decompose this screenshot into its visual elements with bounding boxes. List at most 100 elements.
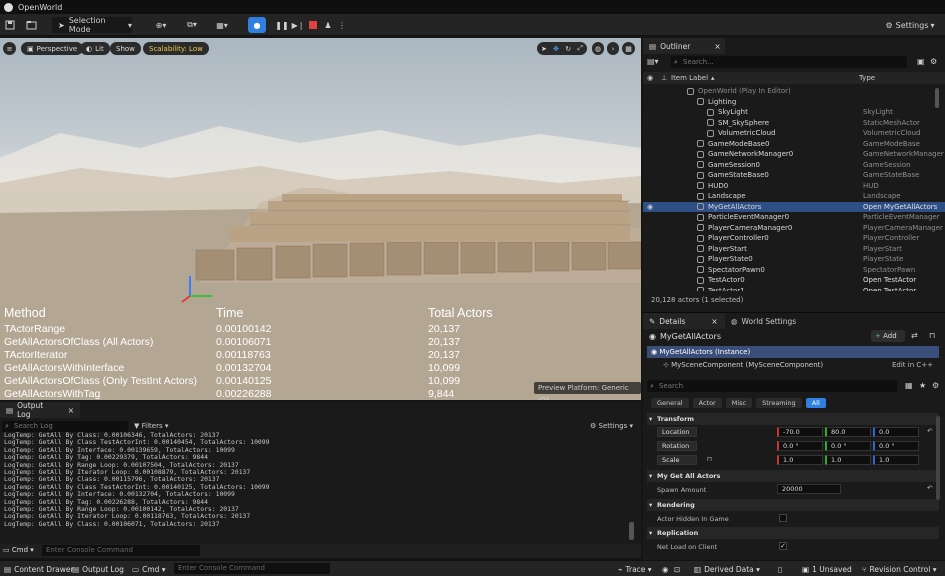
filter-misc[interactable]: Misc [725, 398, 753, 408]
scale-y-field[interactable]: 1.0 [825, 455, 871, 465]
location-dropdown[interactable]: Location [657, 427, 697, 437]
add-actor-button[interactable]: ⊕▾ [150, 17, 172, 33]
snap-button[interactable]: › [607, 42, 619, 55]
scale-tool-icon[interactable]: ⤢ [577, 44, 583, 53]
outliner-row[interactable]: GameModeBase0 GameModeBase [643, 139, 945, 150]
location-y-field[interactable]: 80.0 [825, 427, 871, 437]
screenshot-icon[interactable]: ⊡ [674, 563, 680, 575]
maximize-viewport-button[interactable]: ▦ [622, 42, 635, 55]
outliner-row[interactable]: PlayerController0 PlayerController [643, 233, 945, 244]
viewport-menu-button[interactable]: ≡ [3, 42, 16, 55]
outliner-row[interactable]: Lighting [643, 97, 945, 108]
content-drawer-button[interactable]: ▤ Content Drawer [4, 563, 74, 575]
scale-x-field[interactable]: 1.0 [777, 455, 823, 465]
transform-tools[interactable]: ➤ ✥ ↻ ⤢ [537, 42, 587, 55]
outliner-row[interactable]: GameStateBase0 GameStateBase [643, 170, 945, 181]
console-command-input[interactable]: Enter Console Command [42, 545, 200, 556]
reset-icon[interactable]: ↶ [927, 427, 932, 435]
filter-streaming[interactable]: Streaming [756, 398, 802, 408]
content-browser-icon[interactable] [24, 17, 38, 33]
more-options-button[interactable]: ⋮ [337, 17, 347, 33]
filter-all[interactable]: All [805, 398, 826, 408]
trace-button[interactable]: ⌁ Trace ▾ [618, 563, 652, 575]
stop-button[interactable] [307, 17, 319, 33]
visibility-eye-icon[interactable]: ◉ [647, 203, 653, 211]
outliner-row[interactable]: Landscape Landscape [643, 191, 945, 202]
cinematics-button[interactable]: ▦▾ [210, 17, 234, 33]
tab-world-settings[interactable]: ◍ World Settings [731, 313, 796, 329]
location-z-field[interactable]: 0.0 [873, 427, 919, 437]
filters-dropdown[interactable]: ▼ Filters ▾ [134, 421, 168, 432]
star-icon[interactable]: ★ [919, 381, 926, 390]
platform-button[interactable]: ● [248, 17, 266, 33]
rotation-dropdown[interactable]: Rotation [657, 441, 697, 451]
gear-icon[interactable]: ⚙ [932, 381, 939, 390]
outliner-search-input[interactable]: ⌕ Search... [671, 56, 907, 68]
perspective-button[interactable]: ▣ Perspective [21, 42, 84, 55]
settings-button[interactable]: ⚙ Settings ▾ [882, 17, 938, 33]
details-scrollbar[interactable] [936, 416, 940, 500]
details-search-input[interactable]: ⌕ Search [647, 380, 897, 392]
source-control-icon[interactable]: ▯ [778, 563, 782, 575]
selection-mode-dropdown[interactable]: ➤ Selection Mode ▾ [52, 16, 132, 34]
tab-output-log[interactable]: ▤ Output Log × [0, 401, 80, 419]
reset-icon[interactable]: ↶ [927, 484, 932, 492]
tab-outliner[interactable]: ▤ Outliner × [643, 38, 725, 54]
add-folder-icon[interactable]: ▣ [917, 57, 925, 66]
outliner-scrollbar[interactable] [935, 88, 939, 108]
outliner-row[interactable]: GameSession0 GameSession [643, 160, 945, 171]
scene-component-row[interactable]: ⊹ MySceneComponent (MySceneComponent) Ed… [663, 359, 939, 371]
rotation-z-field[interactable]: 0.0 ° [873, 441, 919, 451]
replication-section-header[interactable]: ▾ Replication [647, 527, 939, 539]
type-header[interactable]: Type [859, 74, 875, 82]
close-icon[interactable]: × [714, 42, 720, 51]
outliner-row[interactable]: TestActor1 Open TestActor [643, 286, 945, 291]
filter-actor[interactable]: Actor [692, 398, 722, 408]
level-viewport[interactable]: ≡ ▣ Perspective ◐ Lit Show Scalability: Lo… [0, 38, 641, 400]
transform-section-header[interactable]: ▾ Transform [647, 413, 939, 425]
log-scrollbar[interactable] [629, 522, 634, 540]
blueprint-convert-icon[interactable]: ⇄ [911, 331, 918, 340]
outliner-row[interactable]: ◉ MyGetAllActors Open MyGetAllActors [643, 201, 945, 212]
derived-data-button[interactable]: ▥ Derived Data ▾ [694, 563, 760, 575]
cmd-dropdown[interactable]: ▭ Cmd ▾ [132, 563, 166, 575]
outliner-row[interactable]: SM_SkySphere StaticMeshActor [643, 118, 945, 129]
pause-button[interactable]: ❚❚ [275, 17, 288, 33]
outliner-row[interactable]: PlayerStart PlayerStart [643, 244, 945, 255]
gear-icon[interactable]: ⚙ [930, 57, 937, 66]
frame-skip-button[interactable]: ▶❘ [292, 17, 305, 33]
outliner-row[interactable]: OpenWorld (Play In Editor) [643, 86, 945, 97]
outliner-row[interactable]: ParticleEventManager0 ParticleEventManage… [643, 212, 945, 223]
rotation-x-field[interactable]: 0.0 ° [777, 441, 823, 451]
close-icon[interactable]: × [68, 406, 74, 415]
outliner-row[interactable]: SpectatorPawn0 SpectatorPawn [643, 265, 945, 276]
rotate-tool-icon[interactable]: ↻ [565, 45, 571, 53]
move-tool-icon[interactable]: ✥ [553, 45, 559, 53]
eject-button[interactable]: ♟ [322, 17, 334, 33]
revision-control-button[interactable]: ⑂ Revision Control ▾ [862, 563, 937, 575]
close-icon[interactable]: × [711, 317, 717, 326]
scale-z-field[interactable]: 1.0 [873, 455, 919, 465]
select-tool-icon[interactable]: ➤ [541, 45, 547, 53]
edit-cpp-link[interactable]: Edit in C++ [892, 359, 933, 371]
outliner-row[interactable]: VolumetricCloud VolumetricCloud [643, 128, 945, 139]
unsaved-button[interactable]: ▣ 1 Unsaved [802, 563, 852, 575]
rotation-y-field[interactable]: 0.0 ° [825, 441, 871, 451]
net-load-checkbox[interactable]: ✓ [779, 542, 787, 550]
search-log-input[interactable]: ⌕ Search Log [2, 421, 128, 432]
component-instance-row[interactable]: ◉ MyGetAllActors (Instance) [647, 346, 939, 358]
my-get-all-actors-section-header[interactable]: ▾ My Get All Actors [647, 470, 939, 482]
item-label-header[interactable]: Item Label [671, 74, 708, 82]
actor-hidden-checkbox[interactable] [779, 514, 787, 522]
output-log-button[interactable]: ▤ Output Log [72, 563, 124, 575]
scalability-button[interactable]: Scalability: Low [143, 42, 209, 55]
log-text-area[interactable]: LogTemp: GetAll By Class: 0.00106346, To… [4, 432, 624, 538]
log-settings-button[interactable]: ⚙ Settings ▾ [590, 421, 633, 432]
outliner-row[interactable]: GameNetworkManager0 GameNetworkManager [643, 149, 945, 160]
status-console-input[interactable]: Enter Console Command [174, 563, 330, 574]
rendering-section-header[interactable]: ▾ Rendering [647, 499, 939, 511]
lock-icon[interactable]: ⊓ [707, 455, 712, 463]
location-x-field[interactable]: -70.0 [777, 427, 823, 437]
outliner-row[interactable]: PlayerCameraManager0 PlayerCameraManager [643, 223, 945, 234]
add-component-button[interactable]: + Add [871, 330, 905, 342]
